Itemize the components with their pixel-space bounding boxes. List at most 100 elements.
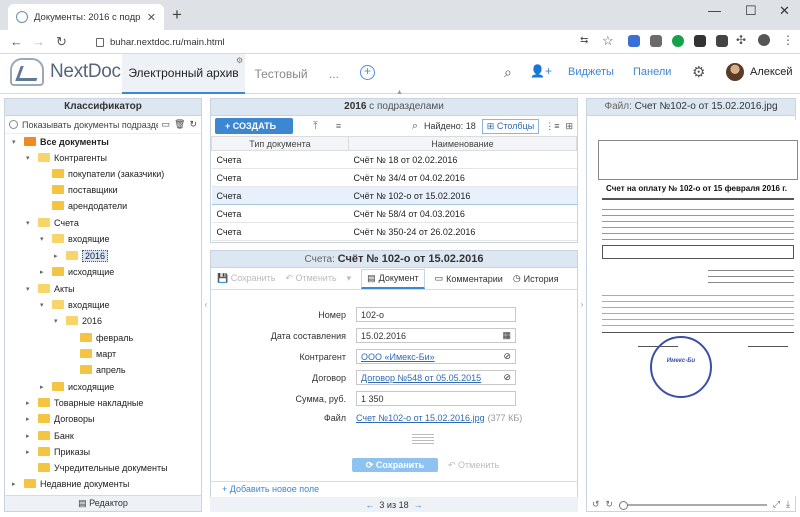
reload-icon[interactable]: ↻ [56, 34, 67, 50]
tree-item[interactable]: ▾ Контрагенты [26, 150, 107, 165]
puzzle-icon[interactable]: ✣ [736, 33, 746, 47]
add-user-icon[interactable]: 👤+ [530, 64, 552, 78]
new-folder-icon[interactable]: ▭ [162, 119, 171, 130]
more-icon[interactable]: ▾ [347, 273, 352, 284]
contract-input[interactable]: Договор №548 от 05.05.2015 ⊘ [356, 370, 516, 385]
translate-icon[interactable]: ⇆ [580, 35, 588, 46]
table-row[interactable]: Счета Счёт № 34/4 от 04.02.2016 [211, 168, 577, 187]
collapse-icon[interactable]: ▾ [12, 138, 20, 146]
new-tab-button[interactable]: + [172, 5, 182, 25]
tree-item[interactable]: Учредительные документы [26, 460, 168, 475]
extension-icon[interactable] [650, 35, 662, 47]
extension-icon[interactable] [694, 35, 706, 47]
next-icon[interactable]: → [414, 500, 423, 510]
collapse-icon[interactable]: ▾ [40, 301, 48, 309]
cancel-button-bottom[interactable]: ↶ Отменить [448, 460, 499, 471]
tab-document[interactable]: ▤ Документ [361, 268, 425, 289]
panels-link[interactable]: Панели [633, 66, 671, 78]
prev-icon[interactable]: ← [365, 500, 374, 510]
close-window-button[interactable]: ✕ [779, 3, 790, 19]
expand-icon[interactable]: ▸ [26, 448, 34, 456]
tree-item[interactable]: апрель [68, 362, 126, 377]
tab-history[interactable]: ◷ История [513, 273, 559, 284]
tree-item[interactable]: ▾ Акты [26, 281, 75, 296]
logo[interactable]: NextDoc [10, 58, 121, 86]
tree-item[interactable]: ▾ входящие [40, 297, 110, 312]
cancel-button[interactable]: ↶ Отменить [285, 273, 336, 284]
maximize-button[interactable]: ☐ [745, 3, 757, 19]
tree-item[interactable]: ▸ исходящие [40, 379, 114, 394]
counterparty-link[interactable]: ООО «Имекс-Би» [361, 352, 435, 362]
tree-item[interactable]: ▸ Приказы [26, 444, 90, 459]
link-icon[interactable]: ⊘ [503, 372, 511, 383]
tree-item[interactable]: ▸ Недавние документы [12, 476, 129, 491]
tree-item[interactable]: ▸ Договоры [26, 411, 94, 426]
expand-icon[interactable]: ▸ [40, 268, 48, 276]
tree-item[interactable]: ▸ Товарные накладные [26, 395, 143, 410]
browser-tab[interactable]: Документы: 2016 с подраздела ✕ [8, 4, 164, 30]
tab-comments[interactable]: ▭ Комментарии [435, 273, 503, 284]
gear-icon[interactable]: ⚙ [236, 56, 243, 65]
close-tab-icon[interactable]: ✕ [147, 11, 156, 24]
rotate-left-icon[interactable]: ↺ [592, 499, 600, 510]
collapse-left-icon[interactable]: ‹ [202, 300, 210, 309]
menu-icon[interactable]: ⋮ [782, 33, 794, 47]
calendar-icon[interactable]: ▦ [502, 330, 511, 341]
extension-icon[interactable] [672, 35, 684, 47]
collapse-header-icon[interactable]: ▲ [396, 89, 403, 96]
tree-item[interactable]: ▾ входящие [40, 231, 110, 246]
extension-icon[interactable] [628, 35, 640, 47]
fit-icon[interactable]: ⤢ [773, 499, 780, 510]
back-icon[interactable]: ← [10, 34, 23, 49]
bookmark-star-icon[interactable]: ☆ [602, 33, 614, 49]
tree-view-icon[interactable]: ⋮≡ [545, 121, 559, 132]
expand-icon[interactable]: ▸ [12, 480, 20, 488]
column-header-name[interactable]: Наименование [348, 136, 577, 151]
collapse-right-icon[interactable]: › [578, 300, 586, 309]
tree-item[interactable]: арендодатели [40, 198, 127, 213]
collapse-icon[interactable]: ▾ [40, 235, 48, 243]
expand-icon[interactable]: ▸ [26, 415, 34, 423]
tab-test[interactable]: Тестовый [245, 54, 317, 94]
download-icon[interactable]: ≡ [336, 121, 341, 131]
editor-button[interactable]: ▤ Редактор [5, 495, 201, 511]
save-button-bottom[interactable]: ⟳ Сохранить [352, 458, 438, 472]
show-docs-checkbox[interactable] [9, 120, 18, 129]
upload-icon[interactable]: ⤒ [313, 120, 318, 133]
tab-electronic-archive[interactable]: Электронный архив [122, 54, 245, 94]
tree-item[interactable]: ▸ Банк [26, 428, 74, 443]
save-button[interactable]: 💾 Сохранить [217, 273, 275, 284]
contract-link[interactable]: Договор №548 от 05.05.2015 [361, 373, 481, 383]
tree-item[interactable]: ▾ Все документы [12, 134, 109, 149]
tree-item[interactable]: поставщики [40, 182, 118, 197]
tree-item[interactable]: ▸ 2016 [54, 248, 109, 263]
column-header-type[interactable]: Тип документа [211, 136, 349, 151]
file-thumbnail[interactable] [412, 432, 434, 446]
forward-icon[interactable]: → [32, 34, 45, 49]
date-input[interactable]: 15.02.2016 ▦ [356, 328, 516, 343]
zoom-slider[interactable] [619, 500, 767, 510]
url-field[interactable]: buhar.nextdoc.ru/main.html [88, 33, 658, 51]
refresh-icon[interactable]: ↻ [189, 119, 197, 130]
delete-icon[interactable]: 🗑 [174, 119, 185, 130]
add-tab-button[interactable]: + [360, 65, 375, 80]
table-row[interactable]: Счета Счёт № 350-24 от 26.02.2016 [211, 222, 577, 241]
collapse-icon[interactable]: ▾ [26, 154, 34, 162]
tree-item[interactable]: март [68, 346, 116, 361]
widgets-link[interactable]: Виджеты [568, 66, 614, 78]
link-icon[interactable]: ⊘ [503, 351, 511, 362]
collapse-icon[interactable]: ▾ [54, 317, 62, 325]
collapse-icon[interactable]: ▾ [26, 219, 34, 227]
expand-icon[interactable]: ▸ [26, 399, 34, 407]
grid-view-icon[interactable]: ⊞ [565, 121, 573, 132]
tree-item[interactable]: покупатели (заказчики) [40, 166, 164, 181]
rotate-right-icon[interactable]: ↻ [606, 499, 614, 510]
download-icon[interactable]: ⤓ [786, 499, 790, 510]
columns-button[interactable]: ⊞ Столбцы [481, 118, 540, 134]
user-menu[interactable]: Алексей [726, 63, 793, 81]
tree-item[interactable]: февраль [68, 330, 133, 345]
settings-gear-icon[interactable]: ⚙ [692, 63, 705, 81]
create-button[interactable]: + СОЗДАТЬ [215, 118, 293, 134]
file-link[interactable]: Счет №102-о от 15.02.2016.jpg [356, 413, 485, 423]
expand-icon[interactable]: ▸ [54, 252, 62, 260]
